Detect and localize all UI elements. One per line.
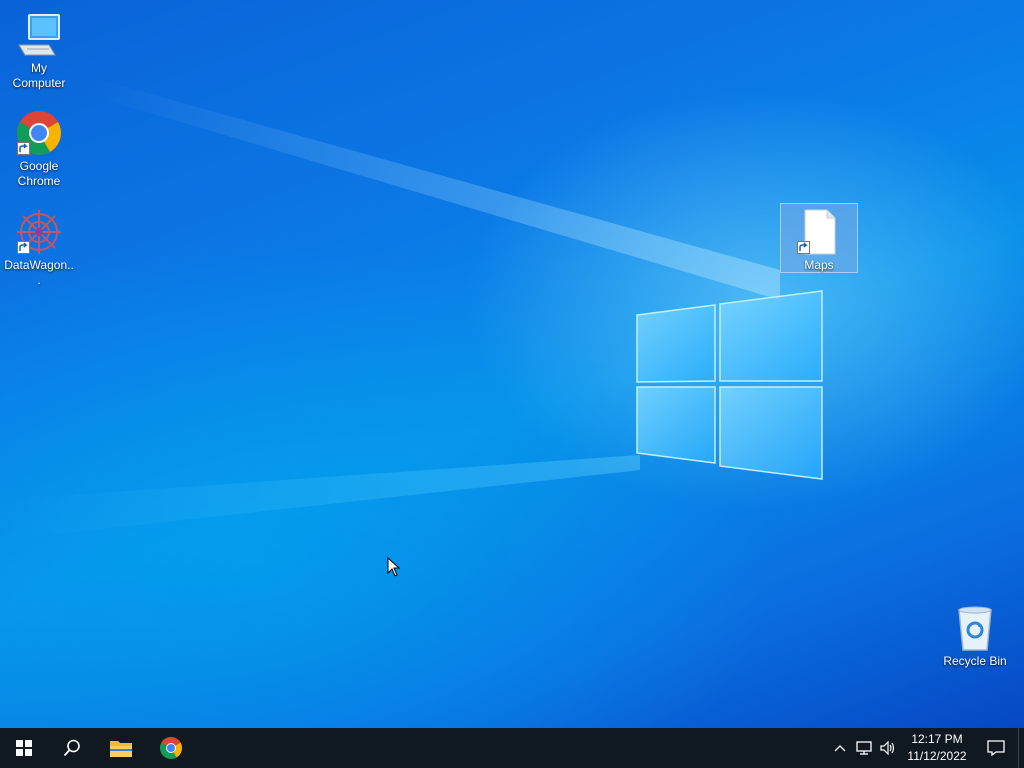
chevron-up-icon (834, 745, 846, 752)
desktop[interactable]: My Computer Google Chrome DataWagon... M… (0, 0, 1024, 728)
mouse-cursor-icon (387, 557, 401, 577)
search-button[interactable] (48, 728, 96, 768)
recycle-bin-icon (951, 604, 999, 652)
shortcut-arrow-icon (17, 142, 30, 155)
desktop-icon-my-computer[interactable]: My Computer (0, 6, 78, 92)
desktop-icon-datawagon[interactable]: DataWagon... (0, 203, 78, 289)
windows-logo-icon (16, 740, 32, 756)
taskbar: 12:17 PM 11/12/2022 (0, 728, 1024, 768)
desktop-icon-label: DataWagon... (4, 258, 74, 287)
action-center-button[interactable] (974, 728, 1018, 768)
taskbar-file-explorer[interactable] (96, 728, 146, 768)
start-button[interactable] (0, 728, 48, 768)
desktop-icon-label: Maps (804, 258, 834, 272)
clock-date: 11/12/2022 (907, 749, 967, 763)
desktop-icon-recycle-bin[interactable]: Recycle Bin (936, 599, 1014, 670)
chrome-icon (160, 737, 182, 759)
taskbar-chrome[interactable] (146, 728, 196, 768)
document-icon (795, 208, 843, 256)
volume-icon (880, 741, 895, 755)
shortcut-arrow-icon (797, 241, 810, 254)
search-icon (63, 739, 80, 757)
desktop-icon-label: Recycle Bin (943, 654, 1007, 668)
datawagon-icon (15, 208, 63, 256)
volume-button[interactable] (876, 728, 900, 768)
shortcut-arrow-icon (17, 241, 30, 254)
show-desktop-button[interactable] (1018, 728, 1024, 768)
wallpaper-light-beams (0, 80, 780, 540)
desktop-icon-maps[interactable]: Maps (780, 203, 858, 273)
network-button[interactable] (852, 728, 876, 768)
folder-icon (110, 741, 132, 757)
chrome-icon (15, 109, 63, 157)
windows-wallpaper-logo (636, 290, 823, 480)
notification-icon (987, 740, 1005, 756)
clock-time: 12:17 PM (911, 732, 963, 746)
desktop-icon-label: My Computer (12, 61, 66, 90)
desktop-icon-google-chrome[interactable]: Google Chrome (0, 104, 78, 190)
system-tray: 12:17 PM 11/12/2022 (828, 728, 1024, 768)
clock[interactable]: 12:17 PM 11/12/2022 (904, 731, 970, 765)
show-hidden-icons-button[interactable] (828, 728, 852, 768)
network-icon (856, 741, 872, 755)
computer-icon (15, 11, 63, 59)
desktop-icon-label: Google Chrome (17, 159, 61, 188)
